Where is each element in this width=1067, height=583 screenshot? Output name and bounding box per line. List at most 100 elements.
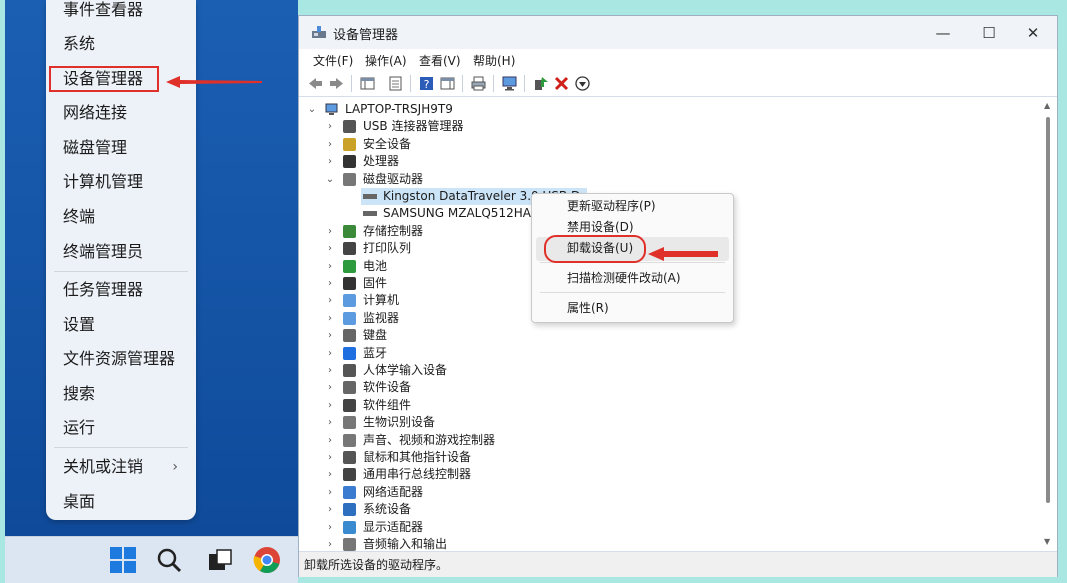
task-view-icon[interactable] <box>205 546 233 574</box>
ctx-scan-hardware[interactable]: 扫描检测硬件改动(A) <box>532 267 733 289</box>
menu-file[interactable]: 文件(F) <box>313 52 353 69</box>
toolbar-separator <box>524 75 525 92</box>
chevron-down-icon: ⌄ <box>307 104 317 115</box>
scan-monitor-icon[interactable] <box>501 75 518 92</box>
scroll-up-arrow-icon[interactable]: ▲ <box>1044 101 1050 110</box>
annotation-highlight-box <box>49 66 159 92</box>
menu-help[interactable]: 帮助(H) <box>473 52 515 69</box>
search-icon[interactable] <box>155 546 183 574</box>
chevron-right-icon[interactable]: › <box>325 223 335 240</box>
menu-view[interactable]: 查看(V) <box>419 52 461 69</box>
monitor-icon <box>343 311 356 325</box>
tree-category-label: 显示适配器 <box>363 519 424 534</box>
software-device-icon <box>343 381 356 395</box>
menu-item-event-viewer[interactable]: 事件查看器 <box>46 0 196 26</box>
chevron-right-icon[interactable]: › <box>325 310 335 327</box>
menu-item-computer-management[interactable]: 计算机管理 <box>46 166 196 198</box>
chevron-right-icon[interactable]: › <box>325 240 335 257</box>
menu-item-file-explorer[interactable]: 文件资源管理器 <box>46 343 196 375</box>
chevron-right-icon[interactable]: › <box>325 136 335 153</box>
chevron-right-icon[interactable]: › <box>325 275 335 292</box>
vertical-scrollbar[interactable]: ▲ ▼ <box>1044 99 1052 547</box>
chevron-right-icon[interactable]: › <box>325 345 335 362</box>
bluetooth-icon <box>343 346 356 360</box>
menu-item-terminal[interactable]: 终端 <box>46 201 196 233</box>
chevron-right-icon[interactable]: › <box>325 379 335 396</box>
usb-controller-icon <box>343 468 356 482</box>
keyboard-icon <box>343 329 356 343</box>
menu-item-task-manager[interactable]: 任务管理器 <box>46 274 196 306</box>
forward-arrow-icon[interactable] <box>328 75 345 92</box>
enable-device-down-arrow-icon[interactable] <box>574 75 591 92</box>
menu-item-network-connections[interactable]: 网络连接 <box>46 97 196 129</box>
printer-icon <box>343 242 356 256</box>
chevron-right-icon[interactable]: › <box>325 292 335 309</box>
show-hide-console-tree-icon[interactable] <box>359 75 376 92</box>
chevron-right-icon[interactable]: › <box>325 414 335 431</box>
menu-item-system[interactable]: 系统 <box>46 28 196 60</box>
uninstall-x-icon[interactable] <box>553 75 570 92</box>
chevron-right-icon[interactable]: › <box>325 153 335 170</box>
menu-item-shutdown[interactable]: 关机或注销 › <box>46 451 196 483</box>
help-icon[interactable]: ? <box>418 75 435 92</box>
menu-item-terminal-admin[interactable]: 终端管理员 <box>46 236 196 268</box>
annotation-highlight-oval <box>544 235 646 263</box>
chevron-right-icon[interactable]: › <box>325 258 335 275</box>
chevron-right-icon[interactable]: › <box>325 466 335 483</box>
chrome-icon[interactable] <box>253 546 281 574</box>
show-action-pane-icon[interactable] <box>439 75 456 92</box>
chevron-right-icon[interactable]: › <box>325 449 335 466</box>
menu-item-run[interactable]: 运行 <box>46 412 196 444</box>
menu-item-desktop[interactable]: 桌面 <box>46 486 196 518</box>
status-bar: 卸载所选设备的驱动程序。 <box>299 551 1057 577</box>
chevron-right-icon[interactable]: › <box>325 501 335 518</box>
disk-drive-icon <box>343 172 356 186</box>
tree-category-label: 磁盘驱动器 <box>363 171 424 186</box>
properties-sheet-icon[interactable] <box>387 75 404 92</box>
chevron-right-icon[interactable]: › <box>325 519 335 536</box>
computer-icon <box>325 103 338 115</box>
tree-category-label: 存储控制器 <box>363 223 424 238</box>
menu-separator <box>540 292 725 293</box>
tree-category-label: 网络适配器 <box>363 484 424 499</box>
toolbar: ? <box>299 71 1057 97</box>
ctx-update-driver[interactable]: 更新驱动程序(P) <box>532 195 733 217</box>
title-bar[interactable]: 设备管理器 — ☐ ✕ <box>299 16 1057 49</box>
menu-item-disk-management[interactable]: 磁盘管理 <box>46 132 196 164</box>
tree-category-label: 固件 <box>363 276 388 290</box>
usb-icon <box>343 120 356 134</box>
menu-bar: 文件(F) 操作(A) 查看(V) 帮助(H) <box>299 49 1057 71</box>
windows-start-icon[interactable] <box>109 546 137 574</box>
scrollbar-thumb[interactable] <box>1046 117 1050 503</box>
menu-item-settings[interactable]: 设置 <box>46 309 196 341</box>
chevron-right-icon[interactable]: › <box>325 362 335 379</box>
scroll-down-arrow-icon[interactable]: ▼ <box>1044 537 1050 546</box>
maximize-button[interactable]: ☐ <box>969 20 1009 46</box>
tree-category-label: 软件组件 <box>363 397 412 412</box>
chevron-right-icon[interactable]: › <box>325 327 335 344</box>
window-title: 设备管理器 <box>333 28 399 43</box>
chevron-right-icon[interactable]: › <box>325 118 335 135</box>
ctx-properties[interactable]: 属性(R) <box>532 297 733 319</box>
device-manager-icon <box>312 26 326 38</box>
menu-action[interactable]: 操作(A) <box>365 52 407 69</box>
annotation-arrow-left <box>166 76 262 88</box>
tree-category-label: 系统设备 <box>363 502 412 517</box>
update-driver-icon[interactable] <box>532 75 549 92</box>
menu-item-search[interactable]: 搜索 <box>46 378 196 410</box>
print-icon[interactable] <box>470 75 487 92</box>
tree-category-label: 生物识别设备 <box>363 415 436 430</box>
back-arrow-icon[interactable] <box>307 75 324 92</box>
tree-device-label: SAMSUNG MZALQ512HALU <box>383 206 546 221</box>
chevron-right-icon[interactable]: › <box>325 484 335 501</box>
chevron-right-icon[interactable]: › <box>325 536 335 551</box>
annotation-arrow-left <box>648 247 718 261</box>
tree-category-label: 打印队列 <box>363 241 412 256</box>
storage-controller-icon <box>343 224 356 238</box>
chevron-right-icon[interactable]: › <box>325 397 335 414</box>
close-button[interactable]: ✕ <box>1013 20 1053 46</box>
chevron-right-icon[interactable]: › <box>325 432 335 449</box>
minimize-button[interactable]: — <box>923 20 963 46</box>
chevron-down-icon[interactable]: ⌄ <box>325 171 335 188</box>
toolbar-separator <box>351 75 352 92</box>
